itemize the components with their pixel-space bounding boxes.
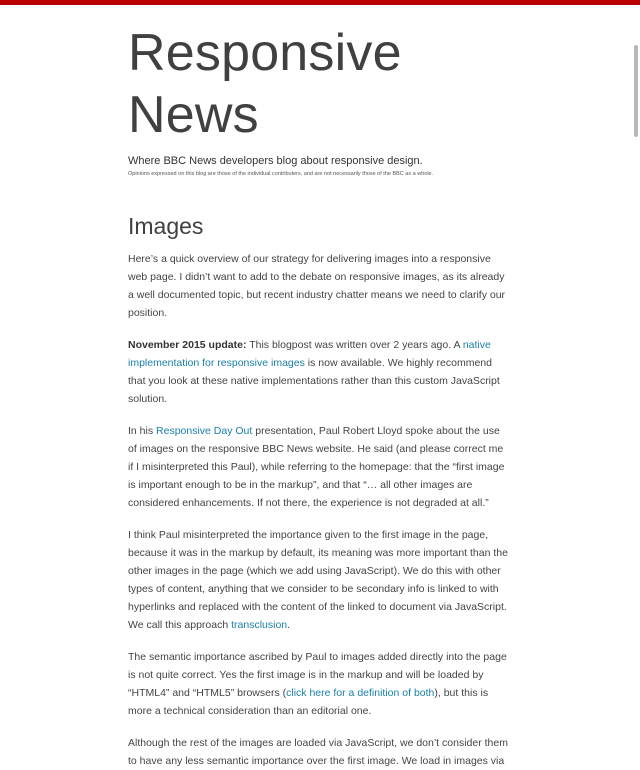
paragraph-text: This blogpost was written over 2 years a…	[246, 339, 463, 351]
site-disclaimer: Opinions expressed on this blog are thos…	[128, 171, 434, 177]
paragraph-text: presentation, Paul Robert Lloyd spoke ab…	[128, 425, 505, 509]
site-title[interactable]: Responsive News	[128, 0, 508, 146]
post-paragraph: November 2015 update: This blogpost was …	[128, 336, 508, 408]
vertical-scrollbar[interactable]	[632, 5, 640, 640]
blog-post: Images Here’s a quick overview of our st…	[128, 212, 508, 770]
site-tagline: Where BBC News developers blog about res…	[128, 155, 423, 167]
scrollbar-thumb[interactable]	[634, 45, 638, 137]
paragraph-text: I think Paul misinterpreted the importan…	[128, 529, 508, 631]
inline-link[interactable]: Responsive Day Out	[156, 425, 252, 437]
post-paragraph: I think Paul misinterpreted the importan…	[128, 526, 508, 634]
paragraph-text: Although the rest of the images are load…	[128, 737, 508, 767]
paragraph-text: .	[287, 619, 291, 631]
post-paragraph: Here’s a quick overview of our strategy …	[128, 250, 508, 322]
post-title[interactable]: Images	[128, 212, 508, 240]
inline-link[interactable]: transclusion	[231, 619, 287, 631]
paragraph-text: In his	[128, 425, 157, 437]
post-body: Here’s a quick overview of our strategy …	[128, 250, 508, 770]
post-paragraph: In his Responsive Day Out presentation, …	[128, 422, 508, 512]
post-paragraph: The semantic importance ascribed by Paul…	[128, 648, 508, 720]
main-content: Responsive News Where BBC News developer…	[128, 0, 508, 770]
paragraph-text: Here’s a quick overview of our strategy …	[128, 253, 506, 319]
inline-link[interactable]: click here for a definition of both	[286, 687, 434, 699]
post-paragraph: Although the rest of the images are load…	[128, 734, 508, 770]
update-label: November 2015 update:	[128, 339, 247, 351]
